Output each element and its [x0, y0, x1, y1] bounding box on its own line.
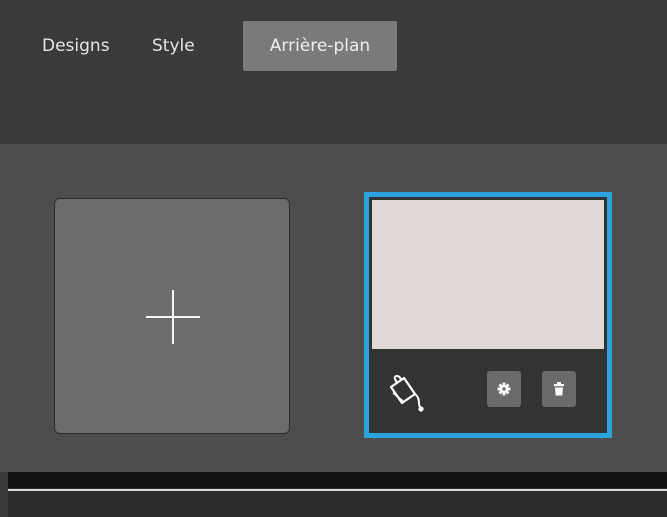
divider: [8, 489, 667, 491]
background-panel: [0, 144, 667, 472]
tab-arriere-plan[interactable]: Arrière-plan: [243, 21, 397, 71]
tab-designs[interactable]: Designs: [42, 21, 110, 71]
paint-bucket-icon: [385, 373, 427, 413]
trash-icon: [554, 382, 564, 396]
delete-button[interactable]: [542, 371, 576, 407]
color-swatch: [372, 200, 604, 349]
background-tile-selected[interactable]: [364, 192, 612, 438]
gear-icon: [497, 382, 511, 396]
top-bar: Designs Style Arrière-plan: [0, 0, 667, 144]
settings-button[interactable]: [487, 371, 521, 407]
tab-style[interactable]: Style: [152, 21, 195, 71]
add-background-button[interactable]: [54, 198, 290, 434]
bottom-bar: [0, 472, 667, 517]
